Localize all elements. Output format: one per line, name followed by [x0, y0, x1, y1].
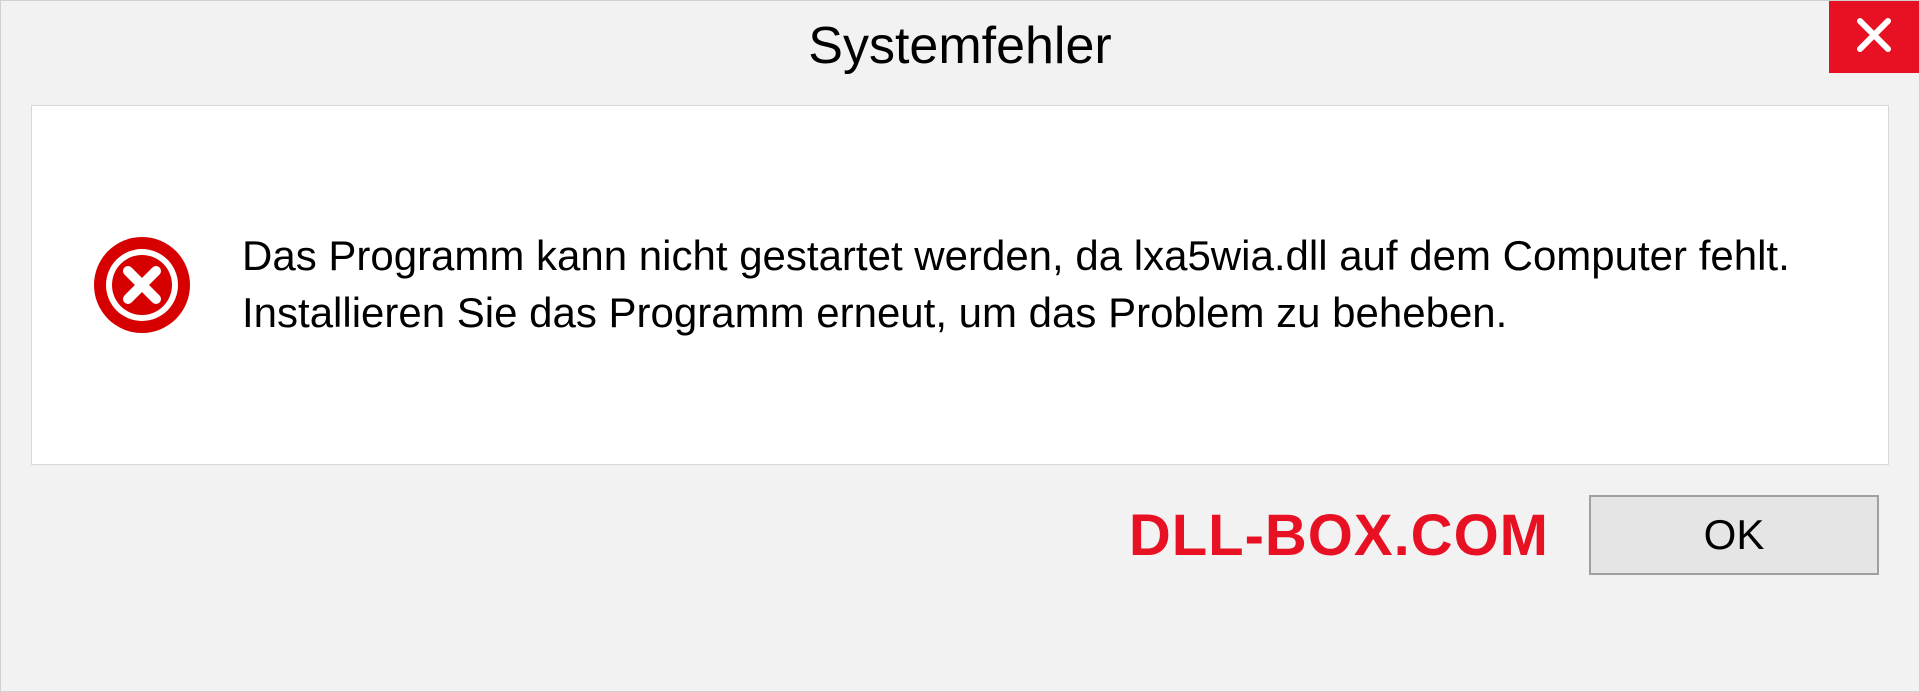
- close-icon: [1854, 15, 1894, 60]
- content-panel: Das Programm kann nicht gestartet werden…: [31, 105, 1889, 465]
- title-bar: Systemfehler: [1, 1, 1919, 91]
- error-icon: [92, 235, 192, 335]
- close-button[interactable]: [1829, 1, 1919, 73]
- ok-button[interactable]: OK: [1589, 495, 1879, 575]
- watermark-text: DLL-BOX.COM: [1129, 502, 1549, 569]
- dialog-title: Systemfehler: [808, 16, 1111, 76]
- dialog-footer: DLL-BOX.COM OK: [1, 465, 1919, 615]
- error-message: Das Programm kann nicht gestartet werden…: [242, 228, 1828, 341]
- error-dialog: Systemfehler Das Programm kann nicht ges…: [0, 0, 1920, 692]
